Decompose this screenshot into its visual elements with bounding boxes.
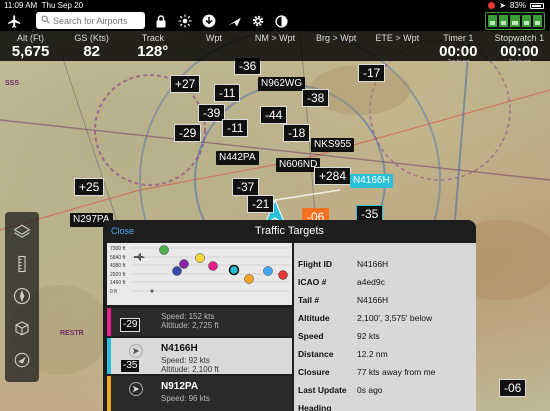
- traffic-target[interactable]: +284: [314, 167, 352, 185]
- traffic-targets-dialog: Close Traffic Targets 7300 ft 5840 ft 43…: [103, 220, 476, 411]
- altitude-profile: 7300 ft 5840 ft 4380 ft 2920 ft 1460 ft …: [107, 243, 292, 305]
- traffic-target-selected[interactable]: N4166H: [350, 174, 393, 188]
- traffic-target[interactable]: N442PA: [216, 151, 259, 165]
- device-status: [521, 15, 531, 27]
- dialog-title: Traffic Targets: [255, 225, 324, 237]
- device-status: [488, 15, 498, 27]
- battery-percent: 83%: [509, 1, 526, 10]
- detail-row: Speed 92 kts: [298, 331, 380, 341]
- traffic-target[interactable]: -06: [499, 379, 527, 397]
- status-bar: 11:09 AM Thu Sep 20 ➤ 83%: [0, 0, 550, 11]
- instrument-bearing-to-waypoint[interactable]: Brg > Wpt: [306, 31, 367, 61]
- traffic-dot[interactable]: [278, 270, 288, 280]
- traffic-target[interactable]: +25: [74, 178, 105, 196]
- download-icon[interactable]: [201, 13, 217, 29]
- heading-arrow-icon: [129, 344, 143, 358]
- traffic-dot: [150, 289, 154, 293]
- lock-icon[interactable]: [153, 13, 169, 29]
- traffic-target[interactable]: -17: [358, 64, 386, 82]
- instrument-stopwatch[interactable]: Stopwatch 1 00:00 Tap to set: [489, 31, 550, 65]
- detail-row: Distance 12.2 nm: [298, 349, 388, 359]
- instrument-ete-to-waypoint[interactable]: ETE > Wpt: [367, 31, 428, 61]
- traffic-dot[interactable]: [179, 259, 189, 269]
- instrument-altitude[interactable]: Alt (Ft) 5,675: [0, 31, 61, 61]
- search-icon: [41, 15, 50, 26]
- detail-row: Last Update 0s ago: [298, 385, 383, 395]
- heading-arrow-icon: [129, 382, 143, 396]
- traffic-target[interactable]: -11: [214, 84, 241, 102]
- traffic-dot[interactable]: [172, 266, 182, 276]
- gear-icon[interactable]: [250, 13, 266, 29]
- layers-icon[interactable]: [12, 222, 32, 242]
- top-toolbar: [0, 11, 550, 31]
- ruler-icon[interactable]: [12, 254, 32, 274]
- close-button[interactable]: Close: [111, 220, 134, 242]
- target-details: Flight ID N4166H ICAO # a4ed9c Tail # N4166…: [294, 243, 476, 411]
- detail-row: Closure 77 kts away from me: [298, 367, 436, 377]
- traffic-target[interactable]: NKS955: [311, 138, 355, 152]
- detail-row: Heading: [298, 403, 332, 411]
- dialog-header: Close Traffic Targets: [103, 220, 476, 242]
- map-label: SSS: [5, 80, 20, 87]
- traffic-target[interactable]: -37: [232, 178, 260, 196]
- traffic-target[interactable]: +27: [170, 75, 201, 93]
- search-bar[interactable]: [36, 12, 145, 29]
- detail-row: Flight ID N4166H: [298, 259, 389, 269]
- list-item-selected[interactable]: -35 N4166H Speed: 92 kts Altitude: 2,100…: [107, 338, 292, 374]
- traffic-dot-selected[interactable]: [228, 264, 240, 276]
- traffic-dot[interactable]: [208, 261, 218, 271]
- traffic-dot[interactable]: [159, 245, 169, 255]
- instrument-nm-to-waypoint[interactable]: NM > Wpt: [244, 31, 305, 61]
- instrument-timer[interactable]: Timer 1 00:00 Tap to set: [428, 31, 489, 65]
- altitude-profile-plot: [131, 245, 290, 293]
- device-status: [499, 15, 509, 27]
- flight-plan-icon[interactable]: [226, 13, 242, 29]
- compass-icon[interactable]: [12, 286, 32, 306]
- map-label: RESTR: [60, 330, 84, 337]
- recording-icon: [488, 2, 496, 9]
- detail-row: Altitude 2,100', 3,575' below: [298, 313, 433, 323]
- device-status: [532, 15, 543, 27]
- brightness-icon[interactable]: [177, 13, 193, 29]
- relative-altitude: -29: [120, 318, 141, 332]
- traffic-target[interactable]: -38: [302, 89, 330, 107]
- target-id: N4166H: [161, 343, 198, 354]
- search-input[interactable]: [53, 15, 138, 26]
- instrument-strip[interactable]: Alt (Ft) 5,675 GS (Kts) 82 Track 128° Wp…: [0, 31, 550, 65]
- instrument-track[interactable]: Track 128°: [122, 31, 183, 61]
- battery-icon: [530, 2, 544, 9]
- instrument-groundspeed[interactable]: GS (Kts) 82: [61, 31, 122, 61]
- traffic-target[interactable]: -29: [174, 124, 202, 142]
- list-item[interactable]: N912PA Speed: 96 kts: [107, 376, 292, 411]
- status-time: 11:09 AM Thu Sep 20: [4, 1, 84, 10]
- traffic-dot[interactable]: [195, 253, 205, 263]
- list-item[interactable]: -29 Speed: 152 kts Altitude: 2,725 ft: [107, 308, 292, 336]
- traffic-target[interactable]: -11: [222, 119, 249, 137]
- location-icon[interactable]: [12, 350, 32, 370]
- location-arrow-icon: ➤: [499, 1, 506, 10]
- traffic-dot[interactable]: [263, 266, 273, 276]
- contrast-icon[interactable]: [273, 13, 289, 29]
- relative-altitude: -35: [120, 359, 141, 373]
- ownship-icon: [134, 253, 145, 261]
- target-color-bar: [107, 338, 111, 374]
- target-color-bar: [107, 376, 111, 411]
- traffic-target[interactable]: N962WG: [258, 77, 306, 91]
- detail-row: Tail # N4166H: [298, 295, 389, 305]
- traffic-list[interactable]: -29 Speed: 152 kts Altitude: 2,725 ft -3…: [107, 308, 292, 411]
- target-color-bar: [107, 308, 111, 336]
- traffic-dot[interactable]: [244, 274, 254, 284]
- map-controls-panel: [5, 212, 39, 382]
- connected-devices-indicator[interactable]: [485, 12, 545, 30]
- airplane-icon[interactable]: [6, 13, 22, 29]
- target-id: N912PA: [161, 381, 199, 392]
- traffic-target[interactable]: -18: [283, 124, 311, 142]
- box-icon[interactable]: [12, 318, 32, 338]
- device-status: [510, 15, 520, 27]
- instrument-waypoint[interactable]: Wpt: [183, 31, 244, 61]
- status-indicators: ➤ 83%: [488, 0, 544, 11]
- traffic-target[interactable]: -21: [247, 195, 275, 213]
- detail-row: ICAO # a4ed9c: [298, 277, 385, 287]
- traffic-target[interactable]: -44: [260, 106, 288, 124]
